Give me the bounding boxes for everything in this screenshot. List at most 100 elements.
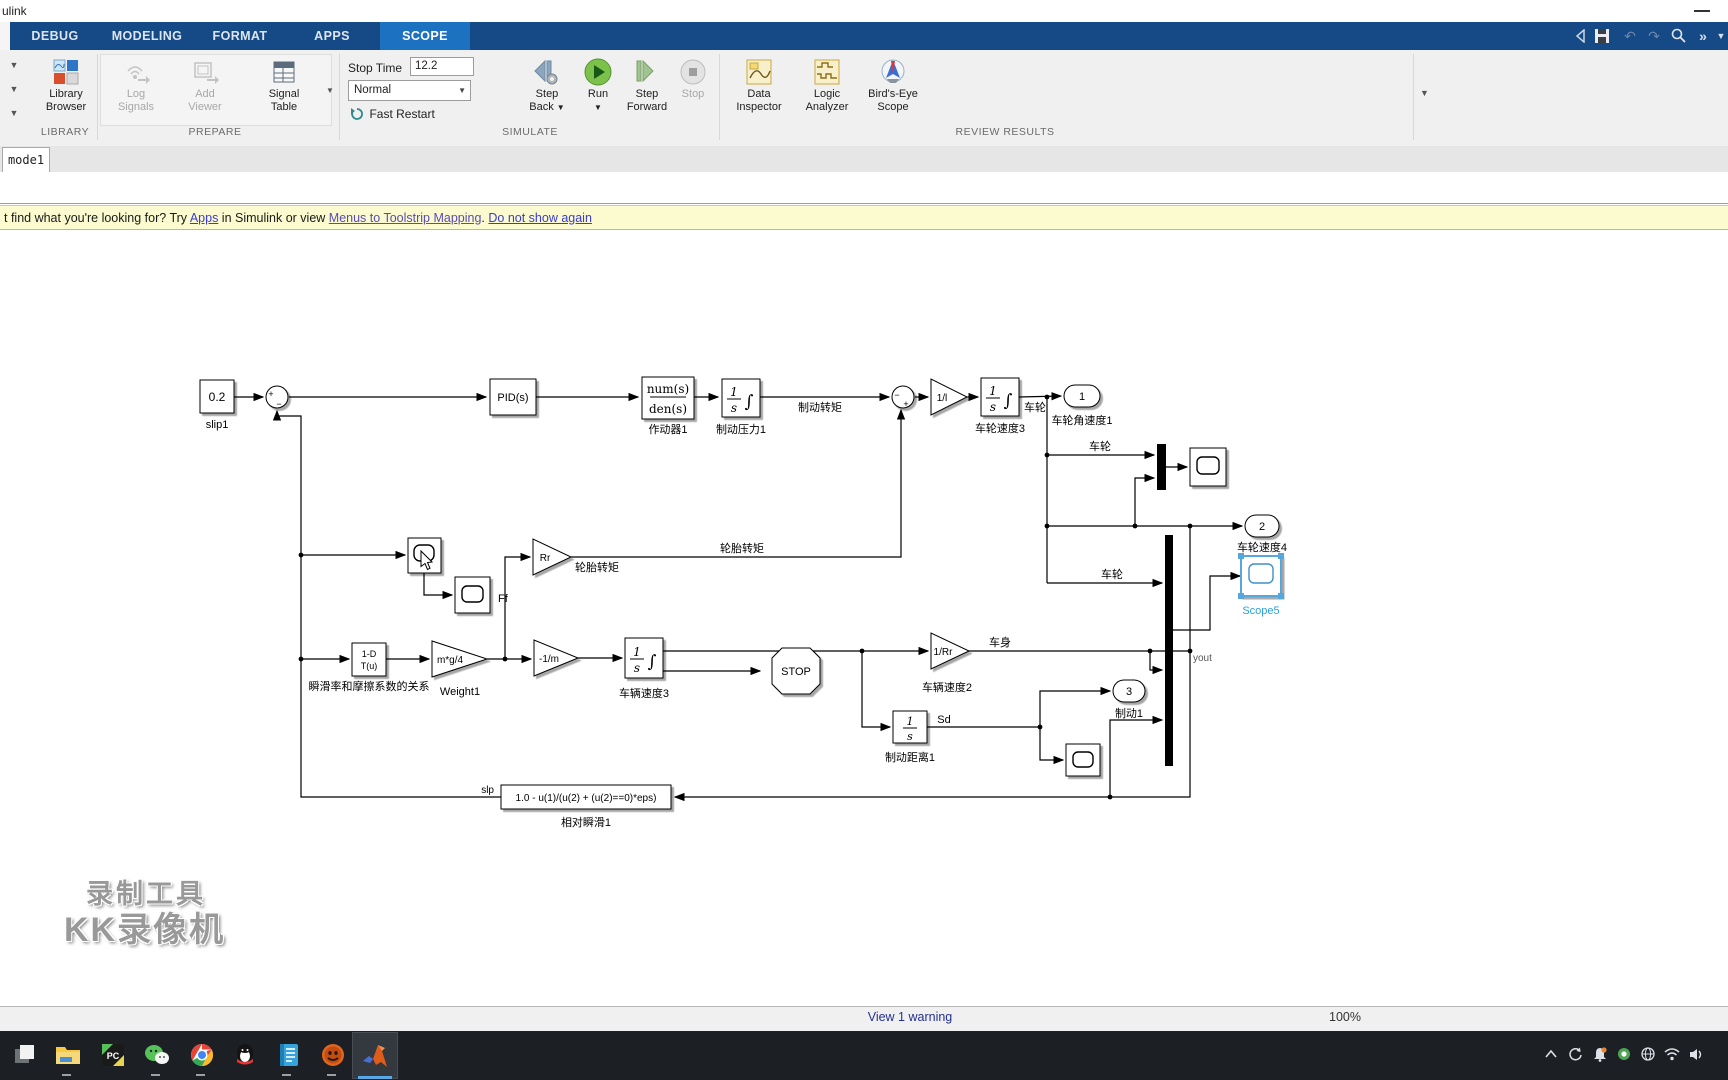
status-dot-icon[interactable] — [1613, 1043, 1635, 1065]
panel-collapse-icon[interactable]: ▼ — [6, 84, 22, 94]
prepare-overflow-icon[interactable]: ▼ — [326, 86, 334, 95]
tab-format[interactable]: FORMAT — [204, 22, 276, 50]
tab-scope[interactable]: SCOPE — [380, 22, 470, 50]
redo-icon[interactable]: ↷ — [1642, 22, 1666, 50]
block-wheel-speed-integrator[interactable]: 1 s ∫ 车轮速度3 — [975, 377, 1025, 435]
kk-recorder-icon[interactable] — [319, 1041, 347, 1069]
menus-mapping-link[interactable]: Menus to Toolstrip Mapping — [329, 211, 482, 225]
add-viewer-icon — [175, 56, 235, 88]
logic-analyzer-button[interactable]: Logic Analyzer — [794, 56, 860, 114]
signal-wheel: 车轮 — [1101, 567, 1123, 581]
sync-icon[interactable] — [1564, 1043, 1586, 1065]
zoom-level: 100% — [1329, 1010, 1361, 1024]
svg-text:1.0 - u(1)/(u(2) + (u(2)==0)*e: 1.0 - u(1)/(u(2) + (u(2)==0)*eps) — [516, 793, 657, 804]
step-back-button[interactable]: Step Back ▼ — [522, 56, 572, 114]
library-browser-button[interactable]: Library Browser — [36, 56, 96, 114]
block-actuator-transfer-fcn[interactable]: num(s) den(s) 作动器1 — [641, 376, 695, 436]
bell-icon[interactable] — [1589, 1043, 1611, 1065]
scope-block[interactable] — [1065, 743, 1101, 777]
panel-collapse-icon[interactable]: ▼ — [6, 60, 22, 70]
save-icon[interactable] — [1590, 22, 1614, 50]
block-inv-mass-gain[interactable]: -1/m — [533, 639, 580, 677]
fast-restart-toggle[interactable]: Fast Restart — [350, 105, 435, 123]
model-toolbar-strip — [0, 172, 1728, 203]
wechat-icon[interactable] — [143, 1041, 171, 1069]
mux-block[interactable] — [1165, 535, 1173, 766]
wifi-icon[interactable] — [1661, 1043, 1683, 1065]
tab-modeling[interactable]: MODELING — [104, 22, 190, 50]
mux-block[interactable] — [1157, 444, 1166, 490]
svg-text:s: s — [634, 661, 640, 675]
undo-icon[interactable]: ↶ — [1618, 22, 1642, 50]
outport-3[interactable]: 3 制动1 — [1112, 679, 1146, 720]
qq-icon[interactable] — [231, 1041, 259, 1069]
run-button[interactable]: Run ▼ — [573, 56, 623, 114]
stop-time-input[interactable]: 12.2 — [410, 57, 474, 76]
block-pid-controller[interactable]: PID(s) — [489, 378, 537, 416]
panel-collapse-icon[interactable]: ▼ — [6, 108, 22, 118]
svg-text:den(s): den(s) — [649, 402, 687, 416]
signal-body: 车身 — [989, 635, 1011, 649]
birds-eye-scope-button[interactable]: Bird's-Eye Scope — [860, 56, 926, 114]
data-inspector-button[interactable]: Data Inspector — [726, 56, 792, 114]
block-stop-simulation[interactable]: STOP — [771, 647, 821, 695]
svg-text:1: 1 — [730, 385, 738, 399]
block-gain-1-over-I[interactable]: 1/l — [930, 378, 969, 416]
add-viewer-button: Add Viewer — [175, 56, 235, 114]
model-canvas[interactable]: 0.2 slip1 + − PID(s) num(s) den(s) 作动器1 … — [0, 230, 1728, 1006]
minimize-button[interactable] — [1694, 10, 1710, 12]
tab-debug[interactable]: DEBUG — [20, 22, 90, 50]
block-weight-gain[interactable]: m*g/4 Weight1 — [431, 640, 489, 698]
block-slip-constant[interactable]: 0.2 slip1 — [199, 379, 235, 431]
outport-2[interactable]: 2 车轮速度4 — [1237, 514, 1287, 554]
outport-1[interactable]: 1 车轮角速度1 — [1051, 384, 1113, 427]
group-label-prepare: PREPARE — [188, 126, 242, 138]
block-brake-pressure-integrator[interactable]: 1 s ∫ 制动压力1 — [716, 378, 766, 436]
tray-expand-icon[interactable] — [1540, 1043, 1562, 1065]
signal-brake-torque: 制动转矩 — [798, 400, 842, 414]
do-not-show-link[interactable]: Do not show again — [488, 211, 592, 225]
search-icon[interactable] — [1666, 22, 1690, 50]
quick-access-dropdown-icon[interactable]: ▼ — [1714, 22, 1728, 50]
block-sum2[interactable]: − + — [891, 385, 915, 409]
block-scope5[interactable]: Scope5 — [1238, 553, 1284, 617]
chrome-icon[interactable] — [188, 1041, 216, 1069]
svg-text:STOP: STOP — [781, 666, 811, 678]
block-ff-scope[interactable]: Ff — [454, 576, 509, 614]
block-relative-slip-fcn[interactable]: 1.0 - u(1)/(u(2) + (u(2)==0)*eps) 相对瞬滑1 — [500, 784, 672, 829]
matlab-taskbar-tile[interactable] — [352, 1032, 398, 1079]
signal-wheel: 车轮 — [1024, 400, 1046, 414]
notepad-icon[interactable] — [275, 1041, 303, 1069]
simulation-mode-select[interactable]: Normal ▼ — [348, 80, 471, 101]
apps-link[interactable]: Apps — [190, 211, 219, 225]
block-vehicle-speed-integrator[interactable]: 1 s ∫ 车辆速度3 — [619, 637, 669, 700]
svg-text:2: 2 — [1259, 521, 1265, 533]
ff-label: Ff — [498, 593, 509, 605]
title-bar: ulink — [0, 0, 1728, 22]
signal-table-button[interactable]: Signal Table — [254, 56, 314, 114]
log-signals-button: Log Signals — [106, 56, 166, 114]
view-warning-link[interactable]: View 1 warning — [840, 1010, 980, 1024]
block-gain-1-over-Rr[interactable]: 1/Rr 车辆速度2 — [922, 632, 972, 694]
signal-table-icon — [254, 56, 314, 88]
block-sum1[interactable]: + − — [265, 385, 289, 409]
group-label-review-results: REVIEW RESULTS — [955, 126, 1055, 138]
task-view-icon[interactable] — [11, 1041, 39, 1069]
block-friction-lookup[interactable]: 1-D T(u) 瞬滑率和摩擦系数的关系 — [309, 642, 430, 693]
volume-icon[interactable] — [1685, 1043, 1707, 1065]
stop-button: Stop — [668, 56, 718, 101]
block-brake-distance-integrator[interactable]: 1 s 制动距离1 — [885, 710, 935, 764]
tab-apps[interactable]: APPS — [300, 22, 364, 50]
globe-icon[interactable] — [1637, 1043, 1659, 1065]
file-explorer-icon[interactable] — [54, 1041, 82, 1069]
step-forward-button[interactable]: Step Forward — [622, 56, 672, 114]
scope-block[interactable] — [1189, 447, 1227, 487]
svg-text:1: 1 — [633, 645, 641, 659]
svg-text:PID(s): PID(s) — [497, 392, 528, 404]
toolstrip-collapse-icon[interactable] — [1570, 22, 1590, 50]
tab-model[interactable]: mode1 — [2, 147, 50, 173]
pycharm-icon[interactable]: PC — [99, 1041, 127, 1069]
ribbon-expand-icon[interactable]: ▼ — [1420, 88, 1429, 98]
svg-text:Scope5: Scope5 — [1242, 605, 1279, 617]
more-actions-icon[interactable]: » — [1692, 22, 1714, 50]
